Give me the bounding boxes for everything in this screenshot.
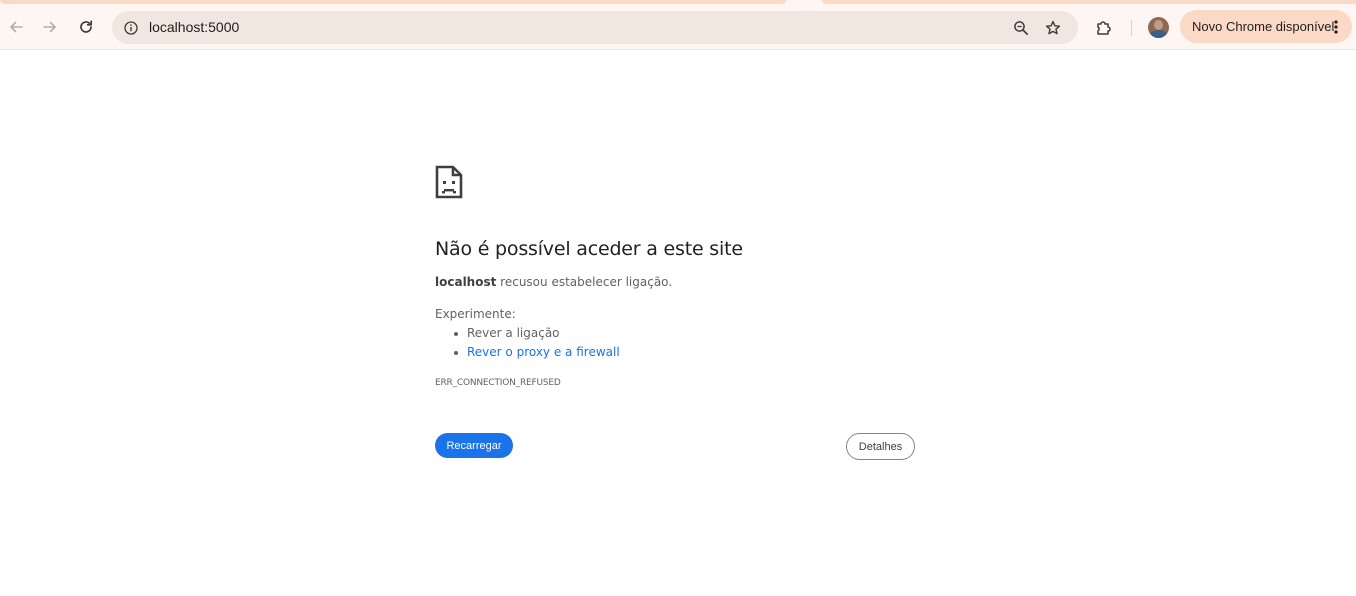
puzzle-icon — [1097, 21, 1111, 35]
suggestions-list: Rever a ligação Rever o proxy e a firewa… — [451, 326, 620, 364]
details-button[interactable]: Detalhes — [846, 433, 915, 460]
error-host: localhost — [435, 275, 497, 289]
arrow-right-icon — [43, 21, 56, 33]
profile-avatar[interactable] — [1148, 17, 1169, 38]
tab-edge[interactable] — [0, 0, 786, 4]
chrome-menu-button[interactable] — [1330, 18, 1342, 35]
error-code: ERR_CONNECTION_REFUSED — [435, 378, 561, 388]
zoom-icon — [1014, 21, 1029, 36]
avatar-face — [1154, 20, 1163, 30]
update-chrome-button[interactable]: Novo Chrome disponível — [1180, 10, 1352, 43]
tab-edge[interactable] — [822, 0, 1356, 4]
extensions-button[interactable] — [1092, 16, 1116, 40]
forward-button[interactable] — [34, 11, 66, 43]
error-title: Não é possível aceder a este site — [435, 238, 743, 260]
bookmark-button[interactable] — [1042, 17, 1064, 39]
suggestion-check-connection: Rever a ligação — [451, 326, 620, 345]
arrow-left-icon — [10, 21, 23, 33]
reload-page-button[interactable]: Recarregar — [435, 433, 513, 458]
browser-toolbar: localhost:5000 Novo Chrome disponível — [0, 5, 1356, 50]
site-info-button[interactable] — [121, 18, 140, 37]
sad-page-icon — [435, 165, 463, 199]
address-bar[interactable]: localhost:5000 — [112, 11, 1078, 44]
back-button[interactable] — [0, 11, 32, 43]
error-summary: localhost recusou estabelecer ligação. — [435, 275, 672, 289]
update-chrome-label: Novo Chrome disponível — [1192, 19, 1335, 34]
info-icon — [123, 20, 138, 35]
url-text[interactable]: localhost:5000 — [149, 19, 239, 35]
suggestions-heading: Experimente: — [435, 307, 516, 321]
error-summary-text: recusou estabelecer ligação. — [496, 275, 673, 289]
zoom-button[interactable] — [1010, 17, 1032, 39]
more-vert-icon — [1334, 19, 1338, 34]
avatar-body — [1150, 30, 1167, 38]
star-icon — [1045, 20, 1061, 35]
reload-icon — [80, 20, 93, 33]
reload-button[interactable] — [70, 11, 102, 43]
toolbar-divider — [1131, 20, 1132, 36]
suggestion-check-proxy-link[interactable]: Rever o proxy e a firewall — [451, 345, 620, 364]
